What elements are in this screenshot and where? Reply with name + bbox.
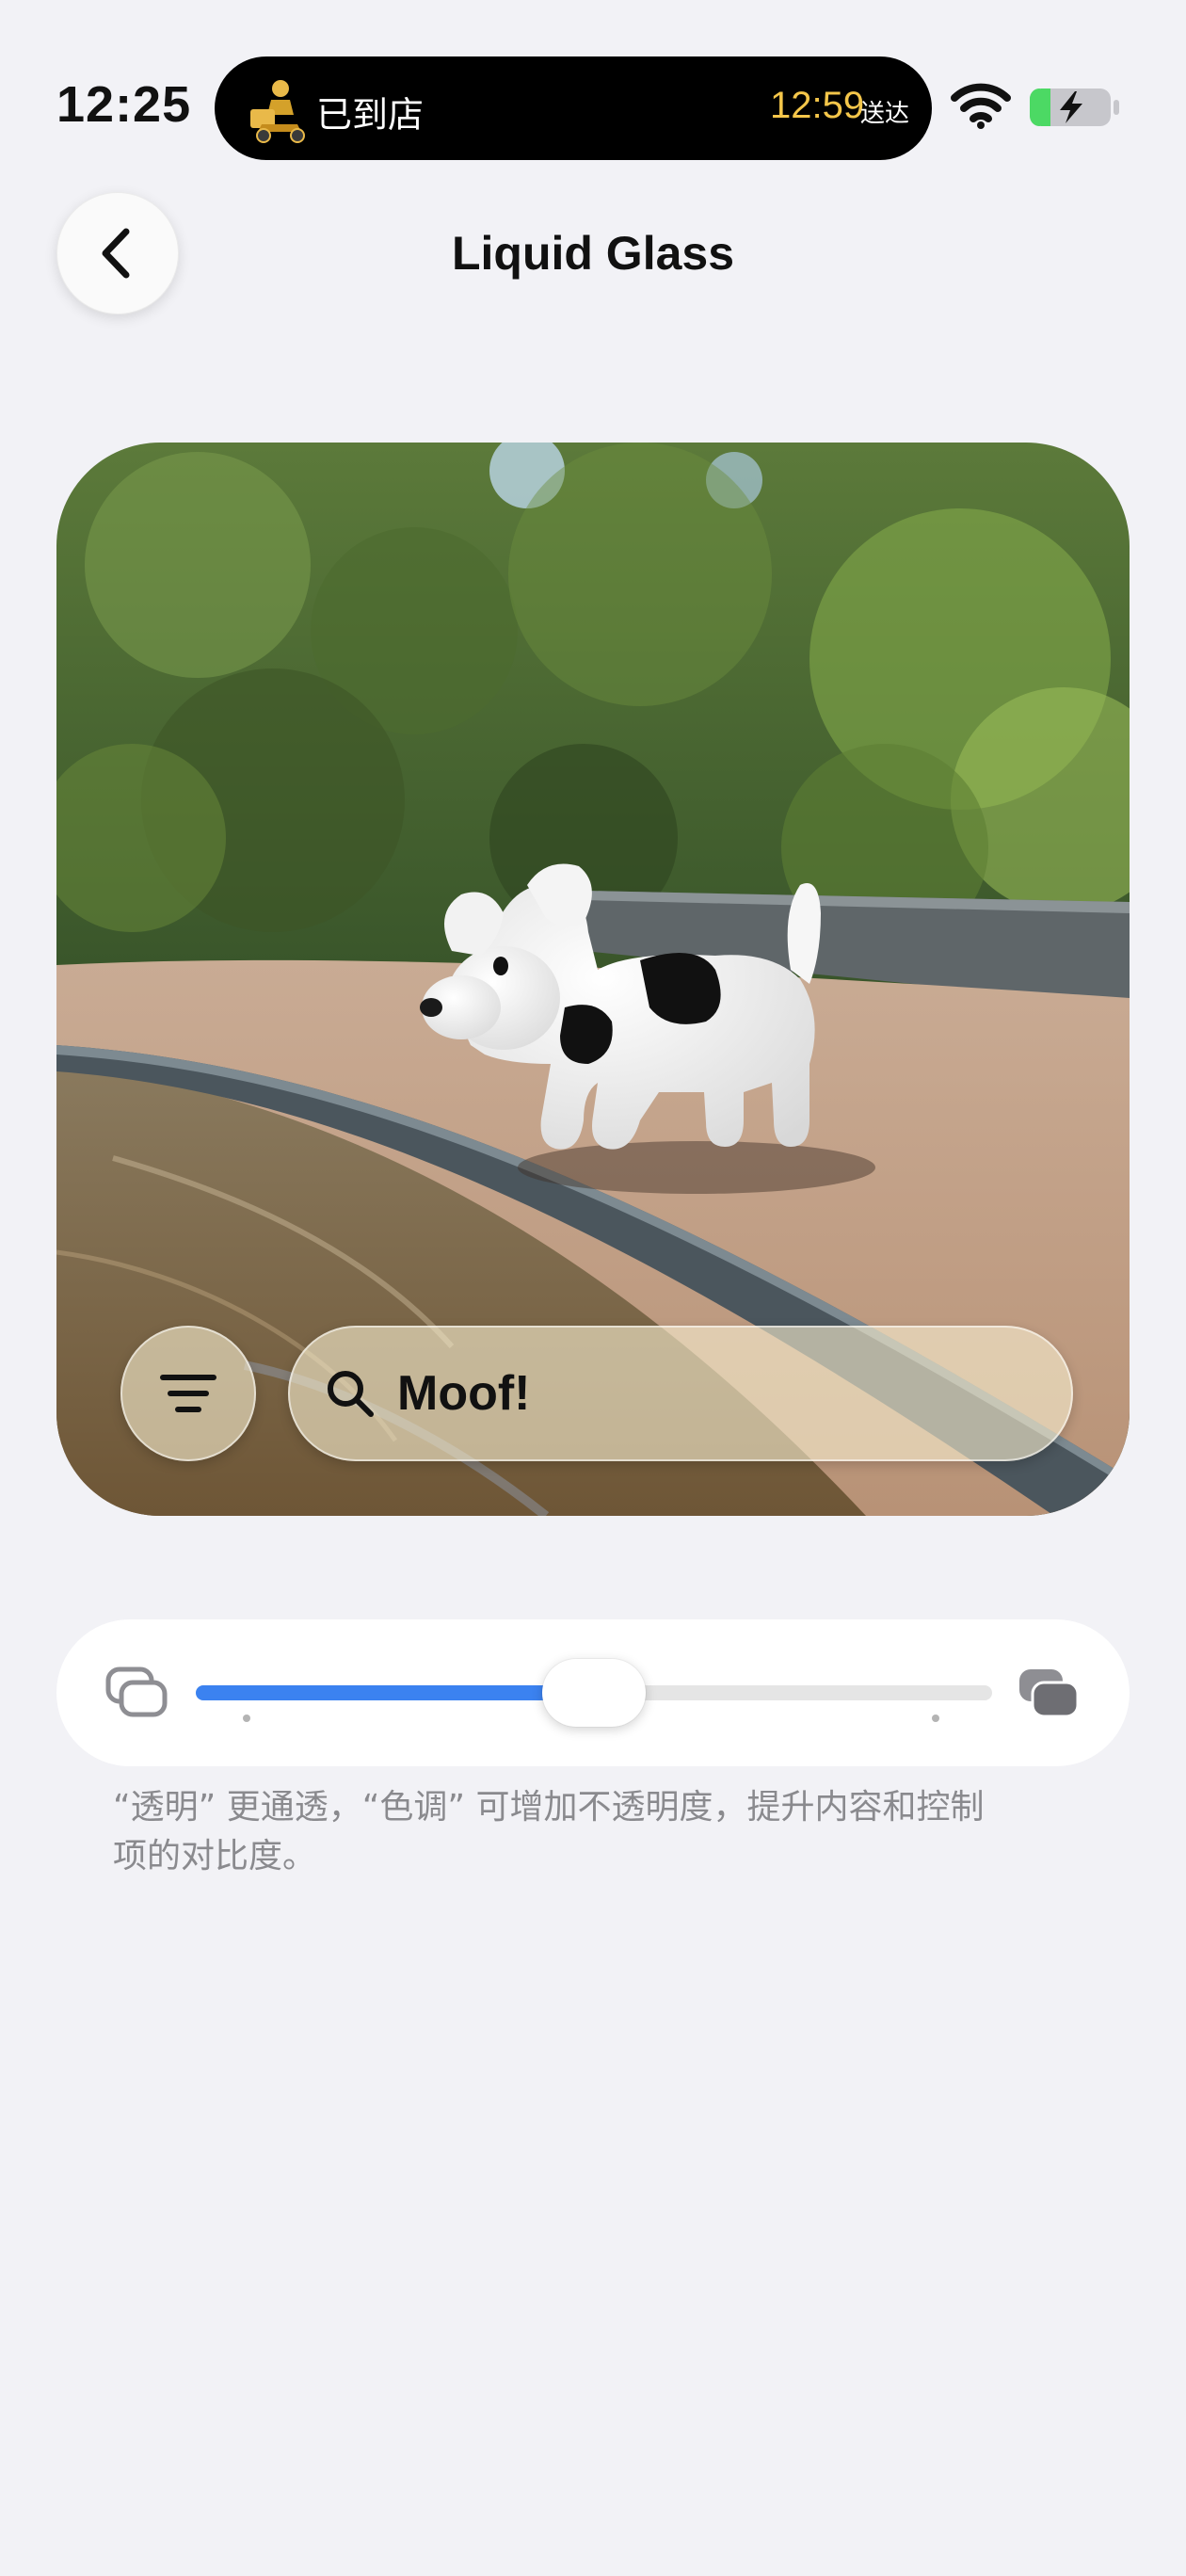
dynamic-island-live-activity[interactable]: 已到店 12:59 送达 — [215, 56, 932, 160]
slider-caption: “透明” 更通透，“色调” 可增加不透明度，提升内容和控制项的对比度。 — [113, 1788, 985, 1876]
filter-menu-button[interactable] — [120, 1326, 256, 1461]
search-icon — [328, 1371, 374, 1417]
search-query-text: Moof! — [397, 1366, 531, 1421]
clear-glass-icon — [105, 1666, 168, 1717]
wifi-icon — [951, 83, 1011, 129]
status-time: 12:25 — [56, 76, 192, 133]
liquid-glass-preview: Moof! — [56, 443, 1130, 1516]
search-field[interactable]: Moof! — [288, 1326, 1073, 1461]
filter-lines-icon — [160, 1375, 216, 1412]
slider-tick-tinted — [932, 1715, 939, 1722]
live-activity-eta-suffix: 送达 — [860, 100, 910, 128]
page-title: Liquid Glass — [451, 227, 735, 280]
live-activity-status: 已到店 — [316, 94, 425, 136]
tinted-glass-icon — [1019, 1669, 1080, 1718]
delivery-rider-icon — [250, 80, 305, 143]
battery-charging-icon — [1030, 89, 1119, 126]
live-activity-eta-time: 12:59 — [770, 85, 865, 126]
glass-appearance-slider[interactable] — [56, 1619, 1130, 1766]
slider-thumb[interactable] — [542, 1659, 646, 1727]
slider-fill — [196, 1685, 594, 1700]
slider-tick-clear — [243, 1715, 250, 1722]
